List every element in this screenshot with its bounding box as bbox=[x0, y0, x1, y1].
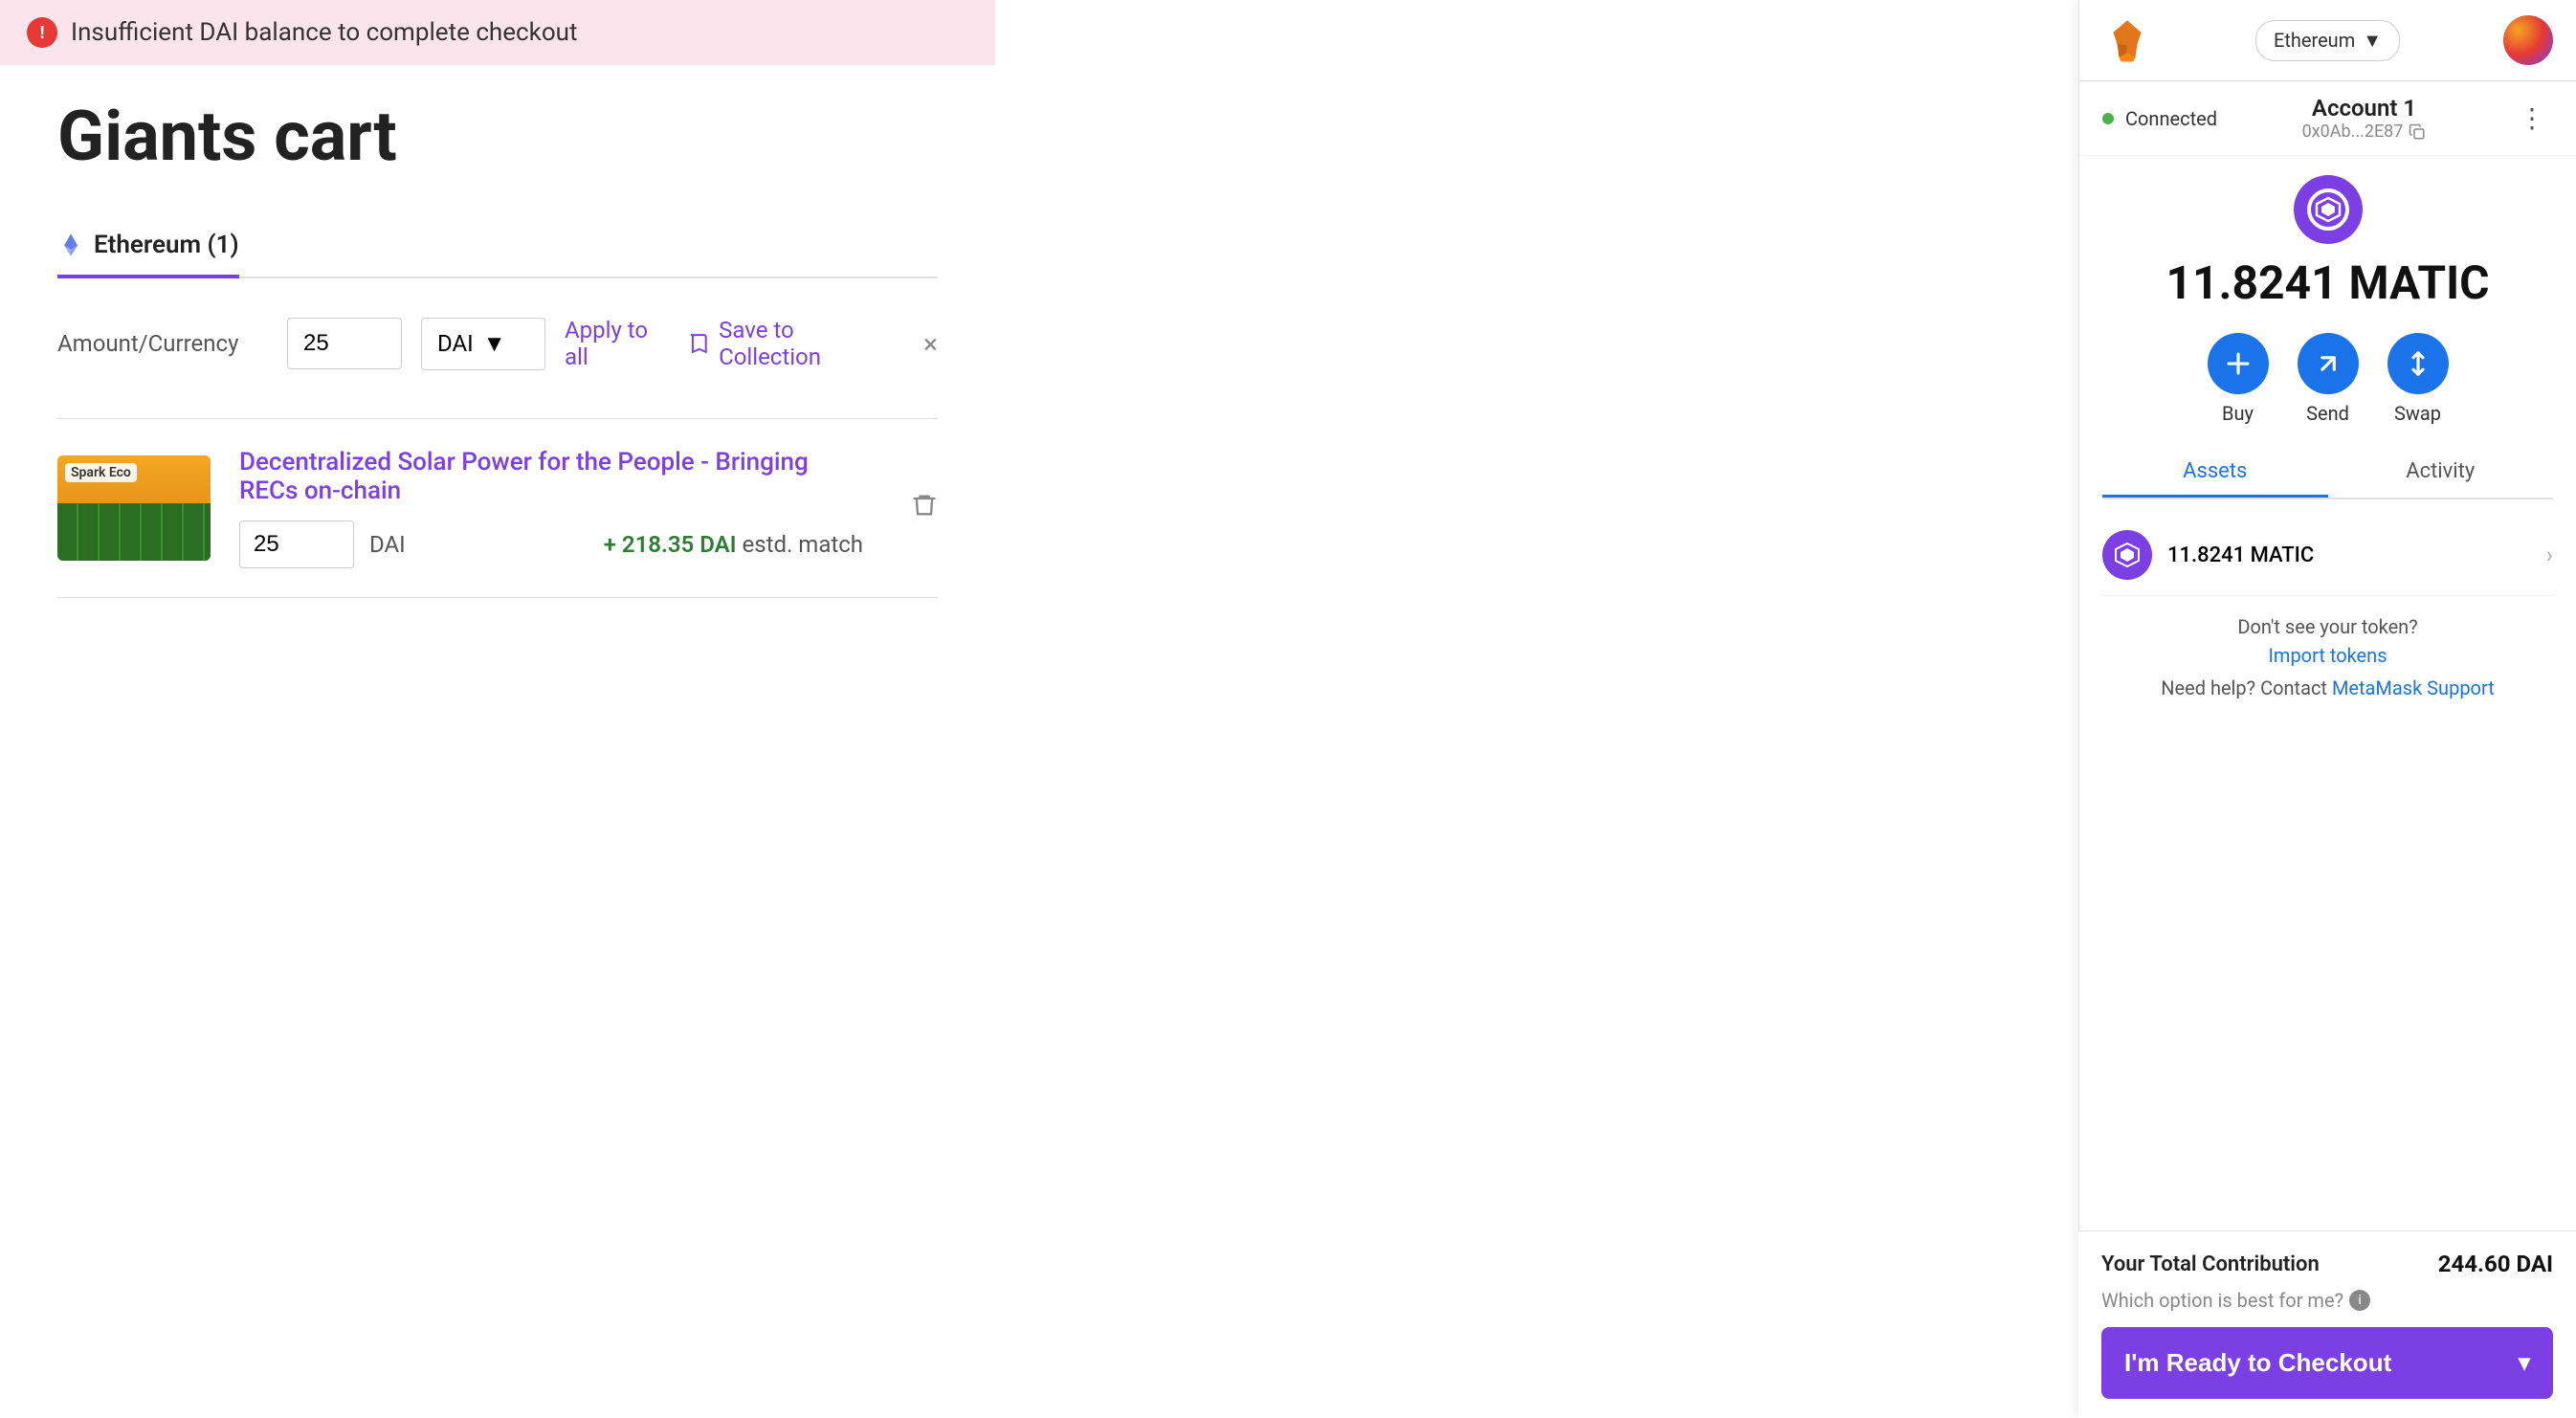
send-action-btn[interactable]: Send bbox=[2298, 333, 2359, 425]
swap-action-btn[interactable]: Swap bbox=[2387, 333, 2449, 425]
project-image-inner: Spark Eco bbox=[57, 455, 211, 561]
error-banner: ! Insufficient DAI balance to complete c… bbox=[0, 0, 995, 65]
import-tokens-text: Don't see your token? bbox=[2102, 615, 2553, 638]
send-label: Send bbox=[2306, 402, 2349, 425]
project-image: Spark Eco bbox=[57, 455, 211, 561]
matic-icon bbox=[2113, 541, 2142, 569]
currency-select[interactable]: DAI ▼ bbox=[421, 318, 545, 370]
mm-import-section: Don't see your token? Import tokens Need… bbox=[2102, 596, 2553, 719]
mm-actions: Buy Send Swap bbox=[2208, 333, 2449, 425]
amount-input[interactable] bbox=[287, 318, 402, 369]
metamask-panel: Ethereum ▼ Connected Account 1 0x0Ab...2… bbox=[2078, 0, 2576, 1418]
swap-circle bbox=[2387, 333, 2449, 394]
metamask-fox-icon bbox=[2102, 15, 2152, 65]
project-row: Spark Eco Decentralized Solar Power for … bbox=[57, 418, 938, 598]
main-content: Giants cart Ethereum (1) Amount/Currency… bbox=[0, 0, 995, 1418]
tab-ethereum[interactable]: Ethereum (1) bbox=[57, 217, 239, 278]
mm-avatar[interactable] bbox=[2503, 15, 2553, 65]
buy-action-btn[interactable]: Buy bbox=[2208, 333, 2269, 425]
save-to-collection-btn[interactable]: Save to Collection bbox=[686, 317, 885, 370]
solar-panels-graphic bbox=[57, 503, 211, 562]
save-icon bbox=[686, 331, 709, 356]
copy-icon[interactable] bbox=[2409, 123, 2426, 141]
which-option-row: Which option is best for me? i bbox=[2101, 1289, 2553, 1312]
mm-account-bar: Connected Account 1 0x0Ab...2E87 ⋮ bbox=[2079, 81, 2576, 156]
swap-icon bbox=[2404, 349, 2432, 378]
checkout-arrow-icon: ▾ bbox=[2519, 1349, 2530, 1377]
page-title: Giants cart bbox=[57, 96, 938, 177]
mm-balance-value: 11.8241 MATIC bbox=[2165, 255, 2489, 310]
mm-header: Ethereum ▼ bbox=[2079, 0, 2576, 81]
amount-currency-label: Amount/Currency bbox=[57, 330, 268, 357]
delete-button[interactable] bbox=[911, 492, 938, 525]
currency-value: DAI bbox=[437, 330, 474, 357]
buy-circle bbox=[2208, 333, 2269, 394]
tab-bar: Ethereum (1) bbox=[57, 215, 938, 278]
total-contribution-row: Your Total Contribution 244.60 DAI bbox=[2101, 1251, 2553, 1277]
mm-tabs: Assets Activity bbox=[2102, 448, 2553, 499]
estd-match: + 218.35 DAI estd. match bbox=[604, 531, 863, 558]
send-circle bbox=[2298, 333, 2359, 394]
metamask-support-link[interactable]: MetaMask Support bbox=[2332, 676, 2495, 699]
which-option-text: Which option is best for me? bbox=[2101, 1289, 2343, 1312]
checkout-button-label: I'm Ready to Checkout bbox=[2124, 1348, 2391, 1378]
network-dropdown-icon: ▼ bbox=[2363, 29, 2382, 53]
trash-icon bbox=[911, 492, 938, 519]
mm-asset-row[interactable]: 11.8241 MATIC › bbox=[2102, 515, 2553, 596]
tab-assets[interactable]: Assets bbox=[2102, 448, 2328, 498]
swap-label: Swap bbox=[2394, 402, 2441, 425]
buy-label: Buy bbox=[2222, 402, 2254, 425]
address-row: 0x0Ab...2E87 bbox=[2302, 122, 2427, 142]
mm-balance: 11.8241 MATIC bbox=[2165, 255, 2489, 310]
close-button[interactable]: × bbox=[923, 328, 938, 360]
mm-token-icon bbox=[2294, 175, 2363, 244]
polygon-icon bbox=[2314, 195, 2343, 224]
ethereum-icon bbox=[57, 232, 84, 258]
save-collection-label: Save to Collection bbox=[719, 317, 885, 370]
bottom-section: Your Total Contribution 244.60 DAI Which… bbox=[2078, 1230, 2576, 1418]
project-amount-row: DAI + 218.35 DAI estd. match bbox=[239, 521, 863, 568]
error-message: Insufficient DAI balance to complete che… bbox=[71, 18, 577, 47]
tab-ethereum-label: Ethereum (1) bbox=[94, 231, 239, 259]
spark-eco-label: Spark Eco bbox=[71, 465, 131, 480]
mm-body: 11.8241 MATIC Buy Send bbox=[2079, 156, 2576, 738]
network-label: Ethereum bbox=[2274, 29, 2355, 52]
total-contribution-value: 244.60 DAI bbox=[2438, 1251, 2553, 1277]
total-contribution-label: Your Total Contribution bbox=[2101, 1252, 2320, 1276]
error-icon: ! bbox=[27, 17, 57, 48]
connected-label: Connected bbox=[2125, 107, 2217, 130]
project-info: Decentralized Solar Power for the People… bbox=[239, 448, 863, 568]
wallet-address: 0x0Ab...2E87 bbox=[2302, 122, 2404, 142]
bottom-spacer bbox=[2079, 738, 2576, 948]
mm-asset-name: 11.8241 MATIC bbox=[2167, 543, 2537, 567]
import-tokens-link[interactable]: Import tokens bbox=[2268, 644, 2387, 667]
mm-help-text: Need help? Contact MetaMask Support bbox=[2102, 676, 2553, 699]
mm-token-inner bbox=[2307, 188, 2349, 231]
account-options-btn[interactable]: ⋮ bbox=[2511, 99, 2553, 138]
spark-eco-badge: Spark Eco bbox=[65, 463, 137, 482]
help-text-label: Need help? Contact bbox=[2161, 676, 2327, 699]
apply-to-all-link[interactable]: Apply to all bbox=[565, 317, 667, 370]
project-currency: DAI bbox=[369, 531, 406, 558]
estd-match-label: estd. match bbox=[742, 531, 863, 558]
dropdown-arrow-icon: ▼ bbox=[483, 330, 506, 358]
estd-match-amount: + 218.35 DAI bbox=[604, 531, 737, 558]
mm-network-pill[interactable]: Ethereum ▼ bbox=[2255, 20, 2400, 61]
tab-activity[interactable]: Activity bbox=[2328, 448, 2554, 498]
project-amount-input[interactable] bbox=[239, 521, 354, 568]
amount-currency-row: Amount/Currency DAI ▼ Apply to all Save … bbox=[57, 317, 938, 389]
mm-asset-matic-icon bbox=[2102, 530, 2152, 580]
account-name: Account 1 bbox=[2312, 95, 2416, 122]
project-title[interactable]: Decentralized Solar Power for the People… bbox=[239, 448, 863, 505]
send-icon bbox=[2314, 349, 2343, 378]
buy-icon bbox=[2224, 349, 2253, 378]
checkout-button[interactable]: I'm Ready to Checkout ▾ bbox=[2101, 1327, 2553, 1399]
mm-asset-chevron-icon: › bbox=[2546, 542, 2553, 568]
info-icon[interactable]: i bbox=[2349, 1290, 2370, 1311]
connected-dot bbox=[2102, 113, 2114, 124]
